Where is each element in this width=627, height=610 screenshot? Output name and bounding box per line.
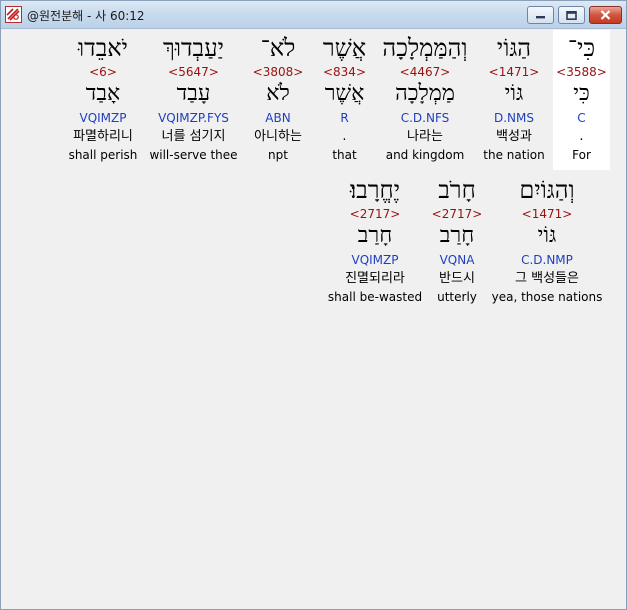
english-gloss: shall perish [68,148,138,162]
morph-code: C.D.NMP [521,253,573,267]
lemma-word: גּוֹי [504,81,524,106]
english-gloss: and kingdom [385,148,465,162]
word-cell[interactable]: הַגּוֹי <1471> גּוֹי D.NMS 백성과 the natio… [475,30,553,170]
hebrew-word: הַגּוֹי [496,34,532,62]
lemma-word: חָרַב [357,223,393,248]
morph-code: VQIMZP.FYS [158,111,229,125]
strong-number: <1471> [521,207,573,221]
strong-number: <4467> [399,65,451,79]
strong-number: <5647> [168,65,219,79]
strong-number: <3588> [556,65,607,79]
strong-number: <1471> [488,65,540,79]
morph-code: VQIMZP [351,253,399,267]
app-window: @원전분해 - 사 60:12 כִּי־ <3588> כִּי C . Fo… [0,0,627,610]
close-icon [600,10,611,20]
minimize-button[interactable] [527,6,554,24]
word-cell[interactable]: לֹא־ <3808> לֹא ABN 아니하는 npt [242,30,314,170]
korean-gloss: 반드시 [439,271,475,286]
strong-number: <6> [89,65,117,79]
title-bar[interactable]: @원전분해 - 사 60:12 [1,1,626,29]
english-gloss: that [332,148,357,162]
korean-gloss: 백성과 [496,129,532,144]
maximize-icon [566,10,577,20]
english-gloss: For [572,148,591,162]
morph-code: VQNA [439,253,475,267]
hebrew-word: יֶחֱרָבוּ׃ [350,176,400,204]
lemma-word: אָבַד [85,81,121,106]
word-cell[interactable]: יֹאבֵדוּ <6> אָבַד VQIMZP 파멸하리니 shall pe… [61,30,145,170]
lemma-word: לֹא [266,81,290,106]
english-gloss: utterly [437,290,477,304]
minimize-icon [536,15,545,18]
word-cell[interactable]: כִּי־ <3588> כִּי C . For [553,30,610,170]
window-title: @원전분해 - 사 60:12 [27,9,145,23]
word-cell[interactable]: חָרֹב <2717> חָרַב VQNA 반드시 utterly [425,172,489,312]
korean-gloss: . [342,129,347,144]
korean-gloss: 너를 섬기지 [161,129,226,144]
lemma-word: מַמְלָכָה [395,81,455,106]
morph-code: VQIMZP [79,111,127,125]
hebrew-word: וְהַמַּמְלָכָה [382,34,468,62]
korean-gloss: 진멸되리라 [345,271,405,286]
word-cell[interactable]: יֶחֱרָבוּ׃ <2717> חָרַב VQIMZP 진멸되리라 sha… [325,172,425,312]
word-cell[interactable]: וְהַמַּמְלָכָה <4467> מַמְלָכָה C.D.NFS … [375,30,475,170]
app-logo-icon [5,6,22,23]
maximize-button[interactable] [558,6,585,24]
hebrew-word: לֹא־ [260,34,296,62]
english-gloss: the nation [483,148,545,162]
hebrew-word: אֲשֶׁר [322,34,367,62]
korean-gloss: 아니하는 [254,129,302,144]
english-gloss: shall be-wasted [327,290,423,304]
word-cell[interactable]: וְהַגּוֹיִם <1471> גּוֹי C.D.NMP 그 백성들은 … [489,172,605,312]
morph-code: C [577,111,586,125]
strong-number: <2717> [431,207,483,221]
lemma-word: כִּי [573,81,590,106]
korean-gloss: 그 백성들은 [515,271,579,286]
korean-gloss: 나라는 [407,129,443,144]
english-gloss: will-serve thee [149,148,238,162]
word-cell[interactable]: אֲשֶׁר <834> אֲשֶׁר R . that [314,30,375,170]
strong-number: <834> [322,65,366,79]
word-cell[interactable]: יַעַבְדוּךְ <5647> עָבַד VQIMZP.FYS 너를 섬… [145,30,242,170]
hebrew-word: יַעַבְדוּךְ [163,34,224,62]
lemma-word: אֲשֶׁר [324,81,365,106]
korean-gloss: 파멸하리니 [73,129,133,144]
morph-code: ABN [265,111,291,125]
morph-code: R [340,111,349,125]
hebrew-word: כִּי־ [567,34,596,62]
english-gloss: yea, those nations [491,290,603,304]
hebrew-word: יֹאבֵדוּ [78,34,128,62]
english-gloss: npt [268,148,288,162]
hebrew-word: וְהַגּוֹיִם [519,176,575,204]
interlinear-panel: כִּי־ <3588> כִּי C . For הַגּוֹי <1471>… [5,30,622,607]
hebrew-word: חָרֹב [438,176,476,204]
lemma-word: עָבַד [176,81,211,106]
close-button[interactable] [589,6,622,24]
morph-code: C.D.NFS [400,111,450,125]
lemma-word: חָרַב [439,223,475,248]
lemma-word: גּוֹי [537,223,557,248]
strong-number: <2717> [349,207,401,221]
morph-code: D.NMS [493,111,534,125]
korean-gloss: . [579,129,584,144]
strong-number: <3808> [252,65,304,79]
